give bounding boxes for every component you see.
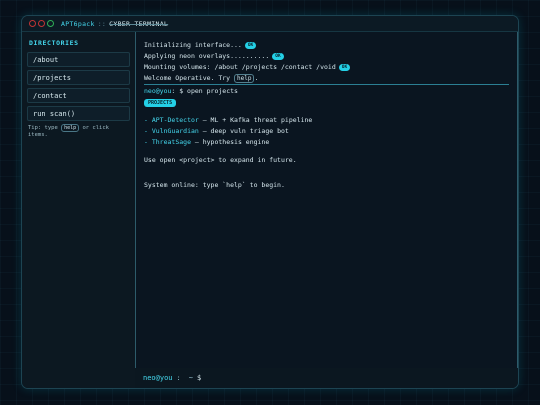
welcome-line: Welcome Operative. Try help. — [144, 73, 509, 84]
input-prompt-dollar: $ — [196, 374, 202, 382]
welcome-text: Welcome Operative. Try — [144, 74, 231, 82]
project-bullet: - — [144, 138, 148, 146]
maximize-window-button[interactable] — [47, 20, 54, 27]
boot-line: Initializing interface... OK — [144, 40, 509, 51]
tip-prefix: Tip: type — [28, 125, 58, 131]
sidebar-item-contact[interactable]: /contact — [27, 88, 130, 103]
project-desc: — hypothesis engine — [194, 138, 270, 146]
tip-help-key: help — [61, 124, 80, 132]
window-title: APT6pack:: CYBER-TERMINAL — [61, 20, 168, 28]
sidebar-tip: Tip: type help or click items. — [28, 124, 130, 139]
boot-line: Mounting volumes: /about /projects /cont… — [144, 62, 509, 73]
boot-line-text: Mounting volumes: /about /projects /cont… — [144, 63, 336, 71]
terminal-window: APT6pack:: CYBER-TERMINAL DIRECTORIES /ab… — [21, 15, 519, 389]
ok-badge: OK — [244, 41, 257, 49]
ok-badge: OK — [338, 63, 351, 71]
input-prompt-user: neo@you — [143, 374, 173, 382]
project-bullet: - — [144, 116, 148, 124]
help-key: help — [234, 74, 255, 83]
welcome-suffix: . — [254, 74, 259, 82]
minimize-window-button[interactable] — [38, 20, 45, 27]
boot-line-text: Applying neon overlays.......... — [144, 52, 270, 60]
sidebar-item-run-scan[interactable]: run scan() — [27, 106, 130, 121]
sidebar: DIRECTORIES /about /projects /contact ru… — [22, 32, 135, 388]
app-title: CYBER-TERMINAL — [109, 19, 169, 28]
project-name-vulnguardian[interactable]: VulnGuardian — [152, 127, 199, 135]
terminal-output: Initializing interface... OK Applying neo… — [135, 32, 518, 370]
project-name-threatsage[interactable]: ThreatSage — [152, 138, 191, 146]
command-text: : $ open projects — [171, 87, 238, 95]
hint-line: Use open <project> to expand in future. — [144, 156, 297, 164]
command-input[interactable]: neo@you : ~ $ — [135, 368, 518, 388]
project-desc: — deep vuln triage bot — [202, 127, 289, 135]
project-name-apt-detector[interactable]: APT-Detector — [152, 116, 199, 124]
sidebar-heading: DIRECTORIES — [29, 39, 79, 47]
boot-line-text: Initializing interface... — [144, 41, 242, 49]
sidebar-item-about[interactable]: /about — [27, 52, 130, 67]
project-desc: — ML + Kafka threat pipeline — [202, 116, 313, 124]
projects-chip: PROJECTS — [144, 99, 177, 107]
project-item: - APT-Detector — ML + Kafka threat pipel… — [144, 115, 509, 126]
status-line: System online: type `help` to begin. — [144, 181, 285, 189]
projects-chip-line: PROJECTS — [144, 97, 509, 108]
input-prompt-path: ~ — [188, 374, 193, 382]
prompt-user: neo@you — [144, 87, 172, 95]
project-bullet: - — [144, 127, 148, 135]
ok-badge: OK — [272, 52, 284, 60]
title-separator: :: — [97, 19, 107, 28]
project-item: - VulnGuardian — deep vuln triage bot — [144, 126, 509, 137]
output-divider — [144, 84, 509, 85]
app-name: APT6pack — [61, 19, 95, 28]
boot-line: Applying neon overlays.......... OK — [144, 51, 509, 62]
project-item: - ThreatSage — hypothesis engine — [144, 137, 509, 148]
sidebar-item-projects[interactable]: /projects — [27, 70, 130, 85]
input-prompt-colon: : — [176, 374, 181, 382]
title-bar: APT6pack:: CYBER-TERMINAL — [22, 16, 518, 32]
command-line: neo@you: $ open projects — [144, 86, 509, 97]
close-window-button[interactable] — [29, 20, 36, 27]
